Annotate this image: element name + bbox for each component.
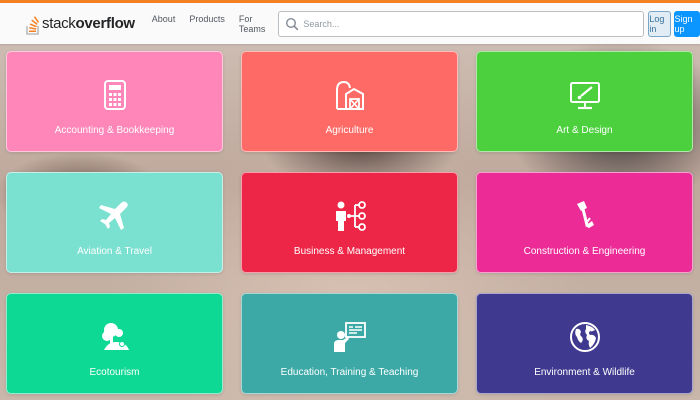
tile-agriculture[interactable]: Agriculture — [241, 51, 458, 152]
tile-business-management[interactable]: Business & Management — [241, 172, 458, 273]
search-input[interactable] — [303, 18, 644, 29]
category-grid: Accounting & Bookkeeping Agriculture Art… — [0, 44, 700, 400]
nav-about[interactable]: About — [145, 10, 183, 38]
tree-icon — [101, 323, 129, 350]
tile-art-design[interactable]: Art & Design — [476, 51, 693, 152]
logo-text: stackoverflow — [42, 15, 135, 32]
tile-label: Agriculture — [325, 125, 374, 136]
primary-nav: About Products For Teams — [145, 10, 273, 38]
nav-products[interactable]: Products — [182, 10, 232, 38]
tile-label: Construction & Engineering — [523, 246, 646, 257]
search-icon — [286, 17, 299, 30]
stackoverflow-logo[interactable]: stackoverflow — [26, 3, 135, 44]
stackoverflow-logo-icon — [26, 15, 40, 35]
tile-label: Accounting & Bookkeeping — [54, 125, 175, 136]
tile-ecotourism[interactable]: Ecotourism — [6, 293, 223, 394]
tile-label: Art & Design — [556, 125, 613, 136]
tile-aviation-travel[interactable]: Aviation & Travel — [6, 172, 223, 273]
tile-label: Business & Management — [293, 246, 406, 257]
tile-construction-engineering[interactable]: Construction & Engineering — [476, 172, 693, 273]
tile-label: Environment & Wildlife — [534, 367, 635, 378]
calculator-icon — [103, 80, 126, 110]
search-box[interactable] — [278, 10, 645, 37]
tile-label: Education, Training & Teaching — [280, 367, 419, 378]
teacher-board-icon — [333, 322, 366, 352]
tile-label: Aviation & Travel — [77, 246, 152, 257]
globe-icon — [569, 322, 600, 352]
tile-accounting-bookkeeping[interactable]: Accounting & Bookkeeping — [6, 51, 223, 152]
crane-icon — [576, 201, 594, 228]
top-navigation-bar: stackoverflow About Products For Teams L… — [0, 0, 700, 44]
barn-icon — [335, 80, 364, 110]
monitor-icon — [569, 82, 600, 110]
logo-text-bold: overflow — [75, 15, 136, 32]
login-button[interactable]: Log in — [648, 10, 671, 37]
org-chart-icon — [335, 201, 366, 231]
nav-for-teams[interactable]: For Teams — [232, 10, 273, 38]
airplane-icon — [98, 201, 128, 230]
signup-button[interactable]: Sign up — [673, 10, 700, 37]
logo-text-light: stack — [42, 15, 76, 32]
tile-education-training-teaching[interactable]: Education, Training & Teaching — [241, 293, 458, 394]
tile-environment-wildlife[interactable]: Environment & Wildlife — [476, 293, 693, 394]
tile-label: Ecotourism — [89, 367, 140, 378]
